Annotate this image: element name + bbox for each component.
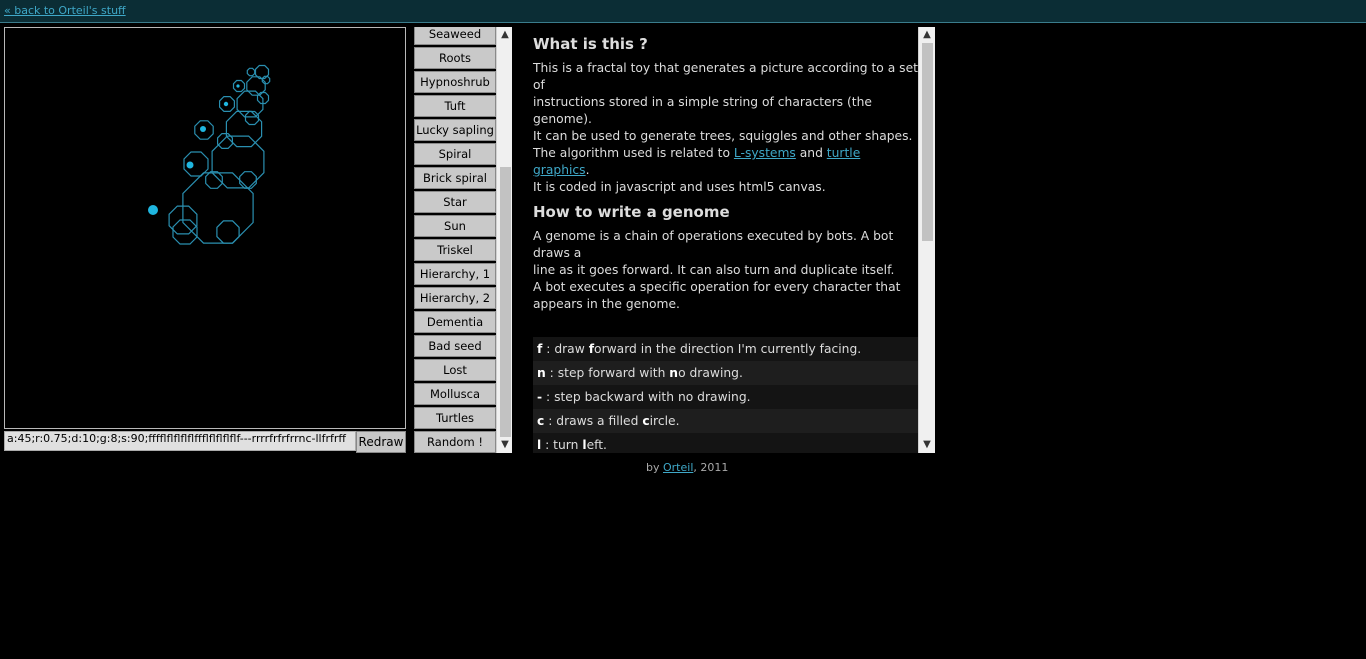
op-rest: ircle. (649, 414, 680, 428)
op-text: : draws a filled (544, 414, 643, 428)
fractal-canvas[interactable] (4, 27, 406, 429)
op-letter: c (642, 414, 650, 428)
preset-button[interactable]: Random ! (414, 431, 496, 453)
how-line-2: line as it goes forward. It can also tur… (533, 263, 895, 277)
preset-button[interactable]: Lost (414, 359, 496, 381)
info-scrollbar[interactable]: ▲ ▼ (918, 27, 935, 453)
preset-button[interactable]: Mollusca (414, 383, 496, 405)
fractal-octagon (244, 110, 260, 126)
info-panel: What is this ? This is a fractal toy tha… (516, 27, 919, 453)
credit-line: by Orteil, 2011 (646, 461, 728, 474)
what-title: What is this ? (533, 35, 648, 53)
what-line-4: The algorithm used is related to L-syste… (533, 145, 919, 179)
author-link[interactable]: Orteil (663, 461, 693, 474)
preset-button[interactable]: Roots (414, 47, 496, 69)
preset-button[interactable]: Brick spiral (414, 167, 496, 189)
op-rest: o drawing. (678, 366, 743, 380)
how-title: How to write a genome (533, 203, 730, 221)
what-line-5: It is coded in javascript and uses html5… (533, 180, 826, 194)
fractal-dot (186, 161, 194, 169)
preset-button[interactable]: Star (414, 191, 496, 213)
operation-row: c : draws a filled circle. (533, 409, 919, 433)
op-letter: n (669, 366, 679, 380)
fractal-dot (223, 101, 229, 107)
preset-button[interactable]: Bad seed (414, 335, 496, 357)
scroll-thumb[interactable] (922, 43, 933, 241)
how-line-4: appears in the genome. (533, 297, 680, 311)
what-line-1: This is a fractal toy that generates a p… (533, 61, 918, 92)
preset-button[interactable]: Tuft (414, 95, 496, 117)
preset-button[interactable]: Sun (414, 215, 496, 237)
preset-scrollbar[interactable]: ▲ ▼ (496, 27, 512, 453)
what-line-4-text: The algorithm used is related to (533, 146, 734, 160)
operation-row: l : turn left. (533, 433, 919, 453)
preset-button[interactable]: Turtles (414, 407, 496, 429)
op-key: n (537, 366, 546, 380)
fractal-octagon (239, 171, 257, 189)
fractal-dot (236, 84, 240, 88)
genome-input[interactable]: a:45;r:0.75;d:10;g:8;s:90;fffflflflflflf… (4, 431, 356, 451)
op-rest: eft. (586, 438, 607, 452)
operation-row: - : step backward with no drawing. (533, 385, 919, 409)
fractal-octagon (182, 172, 254, 244)
op-text: : turn (541, 438, 583, 452)
credit-by: by (646, 461, 663, 474)
what-line-4-and: and (795, 146, 827, 160)
preset-button[interactable]: Seaweed (414, 27, 496, 45)
what-line-3: It can be used to generate trees, squigg… (533, 129, 913, 143)
l-systems-link[interactable]: L-systems (734, 146, 796, 160)
fractal-octagon (217, 132, 233, 150)
op-text: : step backward with no drawing. (542, 390, 751, 404)
scroll-down-icon[interactable]: ▼ (497, 437, 512, 453)
preset-button[interactable]: Triskel (414, 239, 496, 261)
what-line-4-end: . (585, 163, 590, 177)
preset-button[interactable]: Dementia (414, 311, 496, 333)
scroll-down-icon[interactable]: ▼ (919, 437, 935, 453)
how-line-3: A bot executes a specific operation for … (533, 280, 901, 294)
fractal-dot (148, 205, 158, 215)
credit-year: , 2011 (693, 461, 729, 474)
what-line-2: instructions stored in a simple string o… (533, 95, 872, 126)
top-bar: « back to Orteil's stuff (0, 0, 1366, 23)
scroll-up-icon[interactable]: ▲ (497, 27, 512, 43)
scroll-thumb[interactable] (500, 167, 511, 437)
scroll-up-icon[interactable]: ▲ (919, 27, 935, 43)
fractal-dot (200, 126, 206, 132)
preset-button[interactable]: Lucky sapling (414, 119, 496, 141)
op-text: : step forward with (545, 366, 670, 380)
operation-row: f : draw forward in the direction I'm cu… (533, 337, 919, 361)
operation-row: n : step forward with no drawing. (533, 361, 919, 385)
op-text: : draw (542, 342, 589, 356)
preset-button[interactable]: Hierarchy, 1 (414, 263, 496, 285)
preset-list: ▲ ▼ Seaweed Roots Hypnoshrub Tuft Lucky sapl… (412, 27, 512, 453)
fractal-drawing (148, 64, 271, 245)
fractal-octagon (172, 219, 198, 245)
operations-list: f : draw forward in the direction I'm cu… (533, 337, 919, 453)
preset-button[interactable]: Hierarchy, 2 (414, 287, 496, 309)
fractal-octagon (246, 67, 256, 77)
preset-button[interactable]: Spiral (414, 143, 496, 165)
redraw-button[interactable]: Redraw (356, 431, 406, 453)
fractal-octagon (216, 220, 240, 244)
back-link[interactable]: « back to Orteil's stuff (4, 4, 126, 17)
op-rest: orward in the direction I'm currently fa… (594, 342, 862, 356)
preset-button[interactable]: Hypnoshrub (414, 71, 496, 93)
how-line-1: A genome is a chain of operations execut… (533, 229, 894, 260)
